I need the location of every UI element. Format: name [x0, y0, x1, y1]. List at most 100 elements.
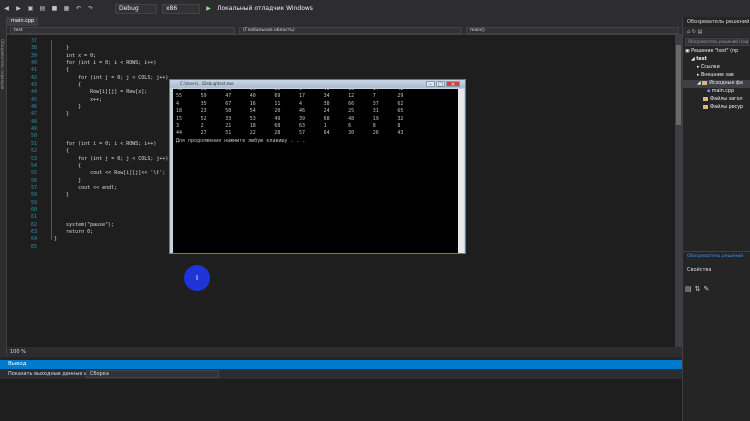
- code-line[interactable]: {: [54, 148, 168, 155]
- back-icon[interactable]: ◀: [3, 5, 10, 12]
- close-button[interactable]: ✕: [446, 81, 460, 88]
- code-line[interactable]: }: [54, 192, 168, 199]
- tree-item-header-files[interactable]: Файлы загол: [683, 96, 750, 104]
- scroll-thumb[interactable]: [676, 45, 681, 125]
- new-icon[interactable]: ▣: [27, 5, 34, 12]
- console-value: 14: [372, 86, 379, 92]
- code-line[interactable]: int x = 0;: [54, 53, 168, 60]
- console-row: 15 52 33 53 49 39 68 48 19 32: [176, 116, 422, 123]
- console-value: 35: [200, 100, 207, 107]
- debugger-select[interactable]: Локальный отладчик Windows: [217, 5, 313, 12]
- scope-select[interactable]: (Глобальная область): [239, 27, 462, 34]
- save-icon[interactable]: ■: [51, 5, 58, 12]
- code-line[interactable]: [54, 207, 168, 214]
- console-value: 24: [323, 108, 330, 115]
- console-row: 4 35 67 16 11 4 38 66 37 62: [176, 101, 422, 108]
- code-line[interactable]: {: [54, 67, 168, 74]
- solution-explorer-tab[interactable]: Обозреватель решений: [683, 251, 750, 261]
- console-window[interactable]: C:\Users\...\Debug\test.exe – □ ✕ 41 61 58…: [169, 79, 466, 254]
- output-toolbar: Показать выходные данные из: Сборка: [0, 369, 682, 379]
- play-icon[interactable]: ▶: [205, 5, 212, 12]
- console-value: 52: [200, 115, 207, 122]
- server-explorer-tab[interactable]: Обозреватель серверов: [0, 39, 5, 89]
- save-all-icon[interactable]: ▦: [63, 5, 70, 12]
- console-value: 68: [323, 115, 330, 122]
- code-line[interactable]: for (int j = 0; j < COLS; j++): [54, 75, 168, 82]
- code-line[interactable]: [54, 126, 168, 133]
- home-icon[interactable]: ⌂ ↻ ▤: [687, 29, 702, 35]
- zoom-level[interactable]: 100 %: [7, 347, 682, 357]
- tree-item-main-cpp[interactable]: ▪ main.cpp: [683, 88, 750, 96]
- tree-item-source-files[interactable]: ◢ Исходные фа: [683, 80, 750, 88]
- config-select[interactable]: Debug: [115, 3, 157, 14]
- redo-icon[interactable]: ↷: [87, 5, 94, 12]
- forward-icon[interactable]: ▶: [15, 5, 22, 12]
- wrench-icon[interactable]: ✎: [704, 285, 713, 293]
- console-value: 4: [298, 100, 302, 107]
- open-icon[interactable]: ▤: [39, 5, 46, 12]
- tab-main-cpp[interactable]: main.cpp: [7, 17, 39, 26]
- code-line[interactable]: }: [54, 45, 168, 52]
- console-value: 48: [348, 115, 355, 122]
- line-number: 63: [30, 228, 37, 235]
- code-line[interactable]: system("pause");: [54, 222, 168, 229]
- tree-item-references[interactable]: ▸ Ссылки: [683, 64, 750, 72]
- console-value: 21: [225, 123, 232, 129]
- console-value: 15: [176, 115, 183, 122]
- editor-vertical-scrollbar[interactable]: [675, 35, 682, 347]
- code-line[interactable]: return 0;: [54, 229, 168, 236]
- solution-search-input[interactable]: Обозреватель решений (поиск): [685, 38, 749, 46]
- code-line[interactable]: [54, 244, 168, 251]
- folder-icon: [703, 96, 708, 101]
- code-line[interactable]: [54, 133, 168, 140]
- minimize-button[interactable]: –: [426, 81, 435, 88]
- code-line[interactable]: }: [54, 111, 168, 118]
- code-line[interactable]: {: [54, 82, 168, 89]
- console-value: 20: [274, 108, 281, 115]
- code-line[interactable]: [54, 214, 168, 221]
- code-text[interactable]: } int x = 0; for (int i = 0; i < ROWS; i…: [54, 38, 168, 251]
- code-line[interactable]: for (int i = 0; i < ROWS; i++): [54, 141, 168, 148]
- code-line[interactable]: Row[i][j] = Rew[x];: [54, 89, 168, 96]
- platform-select[interactable]: x86: [162, 3, 200, 14]
- code-line[interactable]: {: [54, 163, 168, 170]
- console-value: 19: [372, 115, 379, 122]
- output-text-area[interactable]: [0, 379, 682, 421]
- properties-toolbar: ▤⇅✎: [685, 285, 749, 299]
- console-scrollbar[interactable]: [458, 89, 464, 253]
- code-line[interactable]: for (int j = 0; j < COLS; j++): [54, 156, 168, 163]
- code-line[interactable]: }: [54, 104, 168, 111]
- code-line[interactable]: [54, 38, 168, 45]
- maximize-button[interactable]: □: [436, 81, 445, 88]
- line-number: 47: [30, 111, 37, 118]
- code-line[interactable]: }: [54, 178, 168, 185]
- line-number: 55: [30, 170, 37, 177]
- line-number: 61: [30, 214, 37, 221]
- categorized-icon[interactable]: ▤: [685, 285, 695, 293]
- line-number: 64: [30, 236, 37, 243]
- tree-item-resource-files[interactable]: Файлы ресур: [683, 104, 750, 112]
- code-line[interactable]: x++;: [54, 97, 168, 104]
- code-line[interactable]: }: [54, 236, 168, 243]
- console-value: 42: [397, 86, 404, 92]
- line-number: 65: [30, 243, 37, 250]
- console-value: 34: [323, 93, 330, 100]
- project-select[interactable]: test: [10, 27, 235, 34]
- output-source-select[interactable]: Сборка: [86, 370, 219, 378]
- tree-item-solution[interactable]: ▣ Решение "test" (пр: [683, 48, 750, 56]
- console-value: 4: [176, 100, 180, 107]
- tree-item-project[interactable]: ◢ test: [683, 56, 750, 64]
- line-number: 51: [30, 140, 37, 147]
- tree-item-external[interactable]: ▸ Внешние зав: [683, 72, 750, 80]
- line-number: 45: [30, 96, 37, 103]
- code-line[interactable]: [54, 119, 168, 126]
- code-line[interactable]: cout << endl;: [54, 185, 168, 192]
- undo-icon[interactable]: ↶: [75, 5, 82, 12]
- console-value: 38: [323, 100, 330, 107]
- code-line[interactable]: for (int i = 0; i < ROWS; i++): [54, 60, 168, 67]
- member-select[interactable]: main(): [466, 27, 679, 34]
- code-line[interactable]: cout << Row[i][j]<< '\t';: [54, 170, 168, 177]
- alphabetical-icon[interactable]: ⇅: [695, 285, 704, 293]
- code-line[interactable]: [54, 200, 168, 207]
- console-value: 7: [372, 93, 376, 100]
